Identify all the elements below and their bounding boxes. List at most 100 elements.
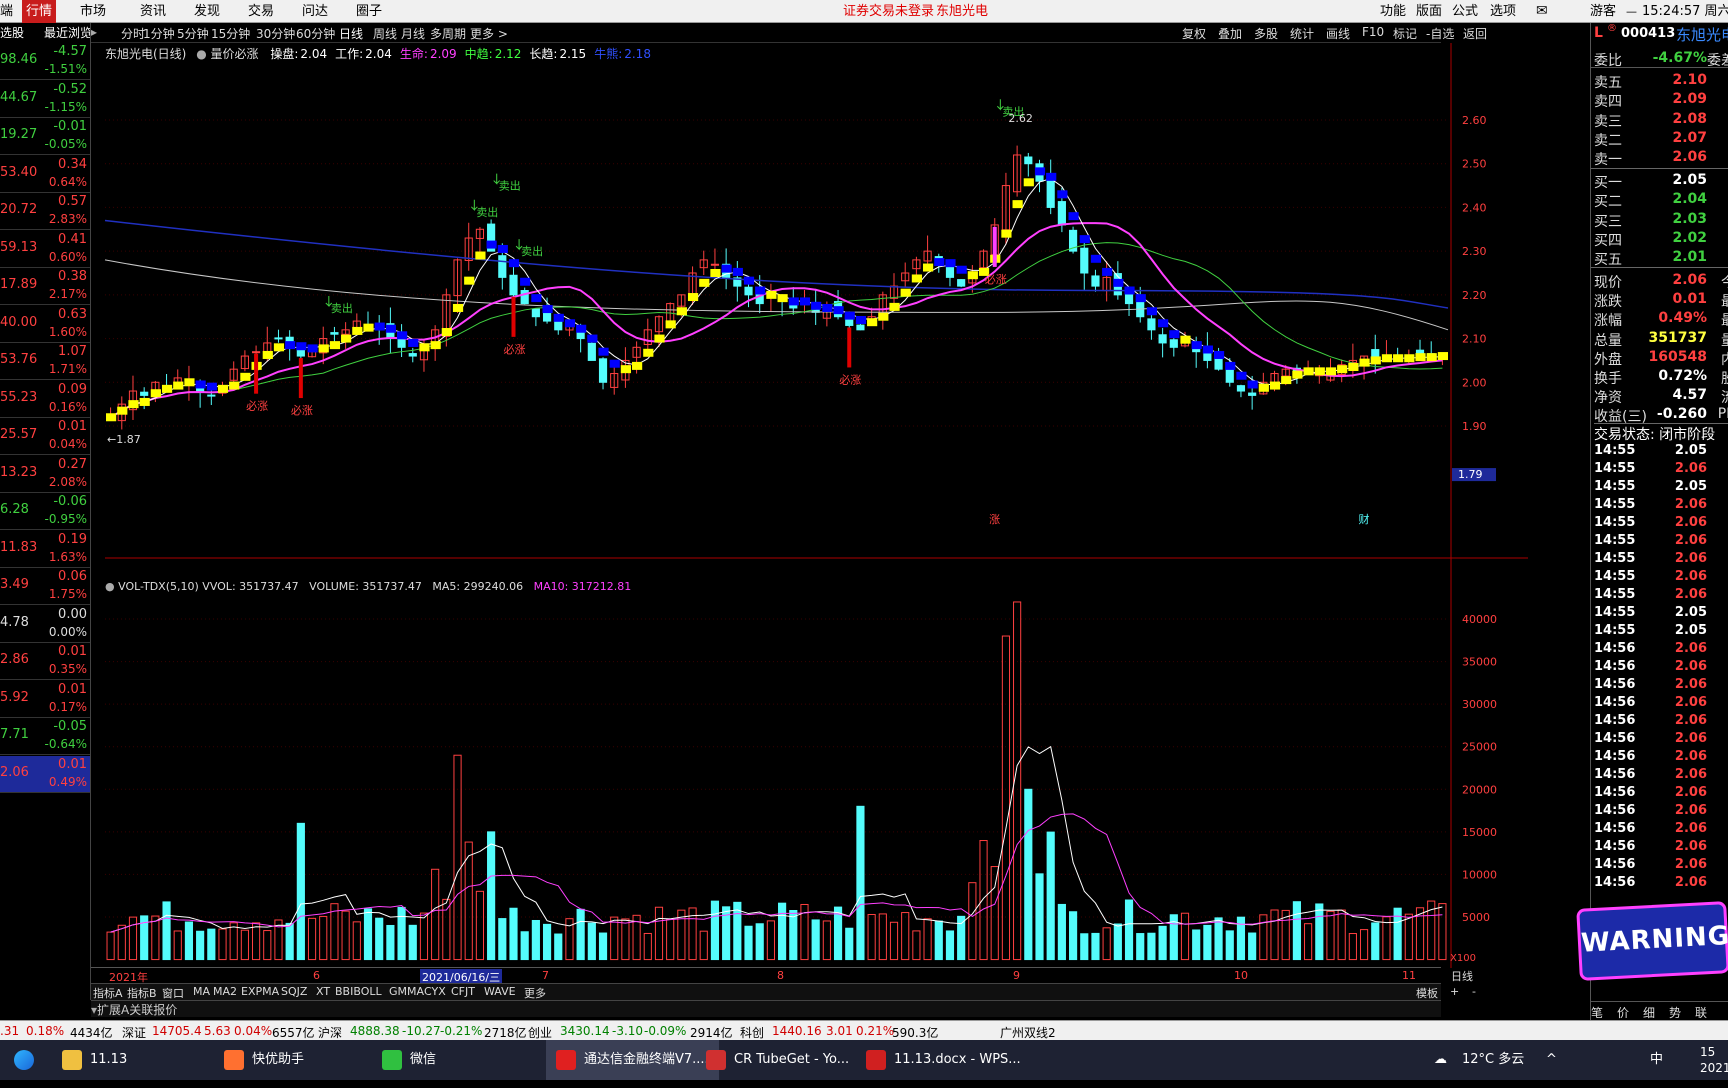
period-dropdown-icon[interactable]: ▸ [91, 25, 97, 39]
indicator-tab[interactable]: MA [193, 985, 210, 998]
list-item[interactable]: 19.27 -0.01 -0.05% [0, 118, 90, 155]
list-item[interactable]: 40.00 0.63 1.60% [0, 306, 90, 343]
indicator-tab[interactable]: SQJZ [281, 985, 307, 998]
chart-tool-button[interactable]: 叠加 [1218, 25, 1242, 42]
list-item[interactable]: 6.28 -0.06 -0.95% [0, 493, 90, 530]
menu-item-discover[interactable]: 发现 [194, 0, 220, 23]
indicator-tab[interactable]: 窗口 [162, 985, 184, 1001]
indicator-tab[interactable]: 更多 [524, 985, 546, 1001]
menu-item-circle[interactable]: 圈子 [356, 0, 382, 23]
indicator-tab[interactable]: 指标A [93, 985, 123, 1001]
kline-chart[interactable]: 2.60 2.50 2.40 2.30 2.20 2.10 2.00 1.90 1.79 4000… [91, 43, 1590, 968]
list-item[interactable]: 2.06 0.01 0.49% [0, 755, 90, 793]
indicator-tab[interactable]: CYX [424, 985, 446, 998]
chart-tool-button[interactable]: 复权 [1182, 25, 1206, 42]
menu-function[interactable]: 功能 [1380, 0, 1406, 23]
ask-level[interactable]: 卖二 2.07 [1591, 129, 1728, 149]
login-notice[interactable]: 证券交易未登录 [843, 0, 934, 23]
period-tab[interactable]: 分时 [121, 25, 145, 42]
chart-tool-button[interactable]: F10 [1362, 25, 1384, 39]
indicator-tab[interactable]: BBIBOLL [335, 985, 382, 998]
chart-tool-button[interactable]: 返回 [1463, 25, 1487, 42]
tab-stock-picker[interactable]: 选股 [0, 23, 24, 43]
period-tab[interactable]: 多周期 [430, 25, 466, 42]
vol-indicator-icon[interactable]: ● [105, 580, 115, 593]
chart-tool-button[interactable]: 画线 [1326, 25, 1350, 42]
indicator-tab[interactable]: MA2 [213, 985, 237, 998]
taskbar-app[interactable]: 微信 [382, 1040, 436, 1080]
list-item[interactable]: 53.40 0.34 0.64% [0, 156, 90, 193]
stock-name-link[interactable]: 东旭光电 [936, 0, 988, 23]
list-item[interactable]: 53.76 1.07 1.71% [0, 343, 90, 380]
chart-tool-button[interactable]: 统计 [1290, 25, 1314, 42]
indicator-tab[interactable]: GMMA [389, 985, 424, 998]
taskbar-app[interactable]: 通达信金融终端V7.... [546, 1040, 719, 1080]
taskbar-app[interactable]: 11.13.docx - WPS... [866, 1040, 1021, 1080]
list-item[interactable]: 13.23 0.27 2.08% [0, 456, 90, 493]
list-item[interactable]: 2.86 0.01 0.35% [0, 643, 90, 680]
period-tab[interactable]: 60分钟 [296, 25, 335, 42]
indicator-tab[interactable]: EXPMA [241, 985, 279, 998]
period-tab[interactable]: 5分钟 [177, 25, 209, 42]
bid-level[interactable]: 买三 2.03 [1591, 210, 1728, 230]
list-item[interactable]: 3.49 0.06 1.75% [0, 568, 90, 605]
chart-tool-button[interactable]: 标记 [1393, 25, 1417, 42]
menu-layout[interactable]: 版面 [1416, 0, 1442, 23]
bid-level[interactable]: 买五 2.01 [1591, 248, 1728, 268]
taskbar-app[interactable]: 11.13 [62, 1040, 127, 1080]
menu-item-quotes[interactable]: 行情 [22, 0, 57, 23]
list-item[interactable]: 11.83 0.19 1.63% [0, 531, 90, 568]
panel-bottom-tab[interactable]: 细 [1643, 1004, 1655, 1020]
menu-item-trade[interactable]: 交易 [248, 0, 274, 23]
template-button[interactable]: - [1472, 985, 1476, 998]
mail-icon[interactable]: ✉ [1536, 0, 1548, 23]
menu-item-news[interactable]: 资讯 [140, 0, 166, 23]
taskbar-app[interactable]: CR TubeGet - Yo... [706, 1040, 849, 1080]
minimize-icon[interactable]: — [1626, 0, 1637, 23]
menu-item-ask[interactable]: 问达 [302, 0, 328, 23]
list-item[interactable]: 7.71 -0.05 -0.64% [0, 718, 90, 755]
list-item[interactable]: 4.78 0.00 0.00% [0, 606, 90, 643]
list-item[interactable]: 20.72 0.57 2.83% [0, 193, 90, 230]
panel-bottom-tab[interactable]: 笔 [1591, 1004, 1603, 1020]
user-label[interactable]: 游客 [1590, 0, 1616, 23]
bid-level[interactable]: 买一 2.05 [1591, 171, 1728, 191]
template-button[interactable]: + [1450, 985, 1459, 998]
ime-indicator[interactable]: 中 [1650, 1040, 1663, 1080]
indicator-tab[interactable]: 指标B [127, 985, 157, 1001]
period-tab[interactable]: 月线 [401, 25, 425, 42]
ask-level[interactable]: 卖三 2.08 [1591, 110, 1728, 130]
weather[interactable]: 12°C 多云 [1462, 1040, 1524, 1080]
indicator-tab[interactable]: CFJT [451, 985, 475, 998]
list-item[interactable]: 98.46 -4.57 -1.51% [0, 43, 90, 80]
menu-item-market[interactable]: 市场 [80, 0, 106, 23]
panel-bottom-tab[interactable]: 联 [1695, 1004, 1707, 1020]
list-item[interactable]: 5.92 0.01 0.17% [0, 681, 90, 718]
ask-level[interactable]: 卖五 2.10 [1591, 71, 1728, 91]
indicator-tab[interactable]: XT [316, 985, 330, 998]
edge-icon[interactable] [14, 1040, 42, 1080]
list-item[interactable]: 17.89 0.38 2.17% [0, 268, 90, 305]
list-item[interactable]: 44.67 -0.52 -1.15% [0, 81, 90, 118]
ask-level[interactable]: 卖四 2.09 [1591, 90, 1728, 110]
list-item[interactable]: 25.57 0.01 0.04% [0, 418, 90, 455]
indicator-tab[interactable]: 关联报价 [129, 1003, 177, 1017]
panel-bottom-tab[interactable]: 势 [1669, 1004, 1681, 1020]
indicator-tab[interactable]: 扩展A [97, 1003, 129, 1017]
period-tab[interactable]: 更多 > [470, 25, 508, 42]
taskbar-date[interactable]: 2021 [1700, 1048, 1728, 1088]
chart-tool-button[interactable]: -自选 [1426, 25, 1454, 42]
ask-level[interactable]: 卖一 2.06 [1591, 148, 1728, 168]
menu-edge[interactable]: 端 [0, 0, 13, 23]
weather-icon[interactable]: ☁ [1434, 1040, 1447, 1080]
chart-tool-button[interactable]: 多股 [1254, 25, 1278, 42]
bid-level[interactable]: 买四 2.02 [1591, 229, 1728, 249]
period-tab[interactable]: 30分钟 [256, 25, 295, 42]
period-tab[interactable]: 15分钟 [211, 25, 250, 42]
period-tab[interactable]: 日线 [339, 25, 363, 42]
menu-formula[interactable]: 公式 [1452, 0, 1478, 23]
template-button[interactable]: 模板 [1416, 985, 1438, 1001]
taskbar-app[interactable]: 快优助手 [224, 1040, 304, 1080]
indicator-tab[interactable]: WAVE [484, 985, 516, 998]
list-item[interactable]: 55.23 0.09 0.16% [0, 381, 90, 418]
